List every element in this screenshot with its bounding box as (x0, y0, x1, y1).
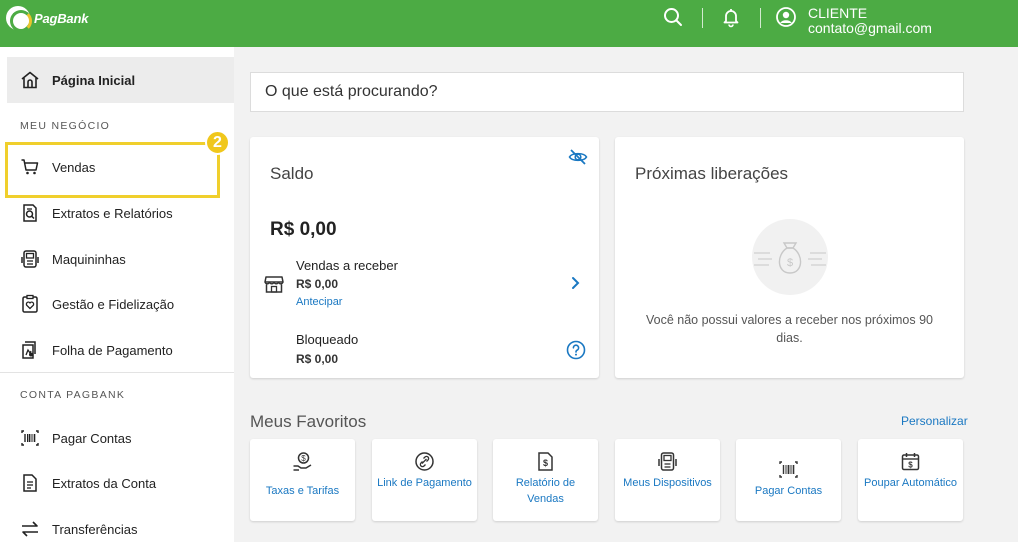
upcoming-releases-card: Próximas liberações $ Você não possui va… (615, 137, 964, 378)
help-icon[interactable] (566, 340, 586, 360)
svg-text:$: $ (301, 454, 306, 463)
pagbank-logo-mark (6, 6, 32, 32)
chevron-right-icon[interactable] (570, 276, 582, 290)
tutorial-highlight-box (5, 142, 220, 198)
user-avatar-icon[interactable] (775, 6, 797, 28)
brand-name: PagBank (34, 10, 89, 26)
favorite-label: Link de Pagamento (377, 477, 472, 489)
user-account-menu[interactable]: CLIENTE contato@gmail.com (808, 6, 932, 36)
receivable-sales-value: R$ 0,00 (296, 277, 339, 291)
svg-text:$: $ (908, 461, 913, 470)
barcode-icon (778, 459, 799, 480)
sidebar-divider (0, 372, 234, 373)
step-number-badge: 2 (205, 130, 230, 155)
favorite-label: Poupar Automático (864, 477, 957, 489)
upcoming-releases-title: Próximas liberações (635, 164, 789, 183)
auto-save-icon: $ (900, 451, 921, 472)
blocked-value: R$ 0,00 (296, 352, 339, 366)
favorite-label: Meus Dispositivos (623, 477, 712, 489)
sidebar-item-label: Extratos da Conta (52, 475, 157, 491)
favorite-label: Pagar Contas (754, 485, 823, 497)
transfer-icon (20, 519, 40, 539)
sidebar-item-extratos-conta[interactable]: Extratos da Conta (7, 460, 234, 506)
section-label-account: CONTA PAGBANK (20, 389, 126, 401)
sidebar-item-label: Página Inicial (52, 72, 136, 88)
favorites-title: Meus Favoritos (250, 412, 367, 431)
sidebar: Página Inicial MEU NEGÓCIO Vendas Extrat… (0, 47, 234, 542)
sidebar-item-label: Extratos e Relatórios (52, 205, 173, 221)
favorite-taxas-tarifas[interactable]: $ Taxas e Tarifas (250, 439, 355, 521)
statement-icon (20, 473, 40, 493)
user-email: contato@gmail.com (808, 20, 932, 36)
header-divider (702, 8, 703, 28)
favorite-meus-dispositivos[interactable]: Meus Dispositivos (615, 439, 720, 521)
favorite-label: Taxas e Tarifas (265, 485, 340, 497)
search-placeholder: O que está procurando? (265, 83, 438, 100)
sidebar-item-label: Maquininhas (52, 251, 126, 267)
payment-link-icon (414, 451, 435, 472)
receivable-sales-title: Vendas a receber (296, 258, 398, 273)
balance-value: R$ 0,00 (270, 219, 337, 240)
store-icon (263, 273, 285, 295)
sidebar-item-pagar-contas[interactable]: Pagar Contas (7, 415, 234, 461)
svg-text:$: $ (543, 458, 548, 468)
sidebar-item-maquininhas[interactable]: Maquininhas (7, 236, 234, 282)
card-machine-icon (20, 249, 40, 269)
balance-title: Saldo (270, 164, 314, 183)
header-divider (760, 8, 761, 28)
balance-card: Saldo R$ 0,00 Vendas a receber R$ 0,00 A… (250, 137, 599, 378)
bell-icon[interactable] (720, 6, 742, 28)
svg-text:$: $ (787, 257, 793, 269)
barcode-icon (20, 428, 40, 448)
favorite-label: Relatório de Vendas (515, 477, 576, 505)
anticipate-link[interactable]: Antecipar (296, 296, 342, 308)
home-icon (20, 70, 40, 90)
sidebar-item-transferencias[interactable]: Transferências (7, 506, 234, 542)
sidebar-item-label: Gestão e Fidelização (52, 296, 175, 312)
sidebar-item-label: Pagar Contas (52, 430, 132, 446)
favorite-link-pagamento[interactable]: Link de Pagamento (372, 439, 477, 521)
money-bag-icon: $ (752, 219, 828, 295)
hide-balance-icon[interactable] (568, 147, 588, 167)
report-search-icon (20, 203, 40, 223)
loyalty-icon (20, 294, 40, 314)
sidebar-item-label: Folha de Pagamento (52, 342, 173, 358)
blocked-title: Bloqueado (296, 332, 359, 347)
devices-icon (657, 451, 678, 472)
pagbank-logo[interactable]: PagBank (6, 6, 89, 32)
favorite-relatorio-vendas[interactable]: $ Relatório de Vendas (493, 439, 598, 521)
fees-icon: $ (292, 451, 313, 472)
customize-favorites-link[interactable]: Personalizar (901, 414, 968, 428)
section-label-business: MEU NEGÓCIO (20, 120, 111, 132)
sidebar-item-folha-pagamento[interactable]: Folha de Pagamento (7, 327, 234, 373)
sidebar-item-home[interactable]: Página Inicial (7, 57, 234, 103)
sidebar-item-label: Transferências (52, 521, 138, 537)
sidebar-item-gestao-fidelizacao[interactable]: Gestão e Fidelização (7, 281, 234, 327)
payroll-icon (20, 340, 40, 360)
favorite-pagar-contas[interactable]: Pagar Contas (736, 439, 841, 521)
top-bar: PagBank CLIENTE contato@gmail.com (0, 0, 1018, 47)
empty-releases-message: Você não possui valores a receber nos pr… (646, 313, 933, 345)
sales-report-icon: $ (535, 451, 556, 472)
favorite-poupar-automatico[interactable]: $ Poupar Automático (858, 439, 963, 521)
search-icon[interactable] (662, 6, 684, 28)
search-input[interactable]: O que está procurando? (250, 72, 964, 112)
user-role: CLIENTE (808, 5, 868, 21)
